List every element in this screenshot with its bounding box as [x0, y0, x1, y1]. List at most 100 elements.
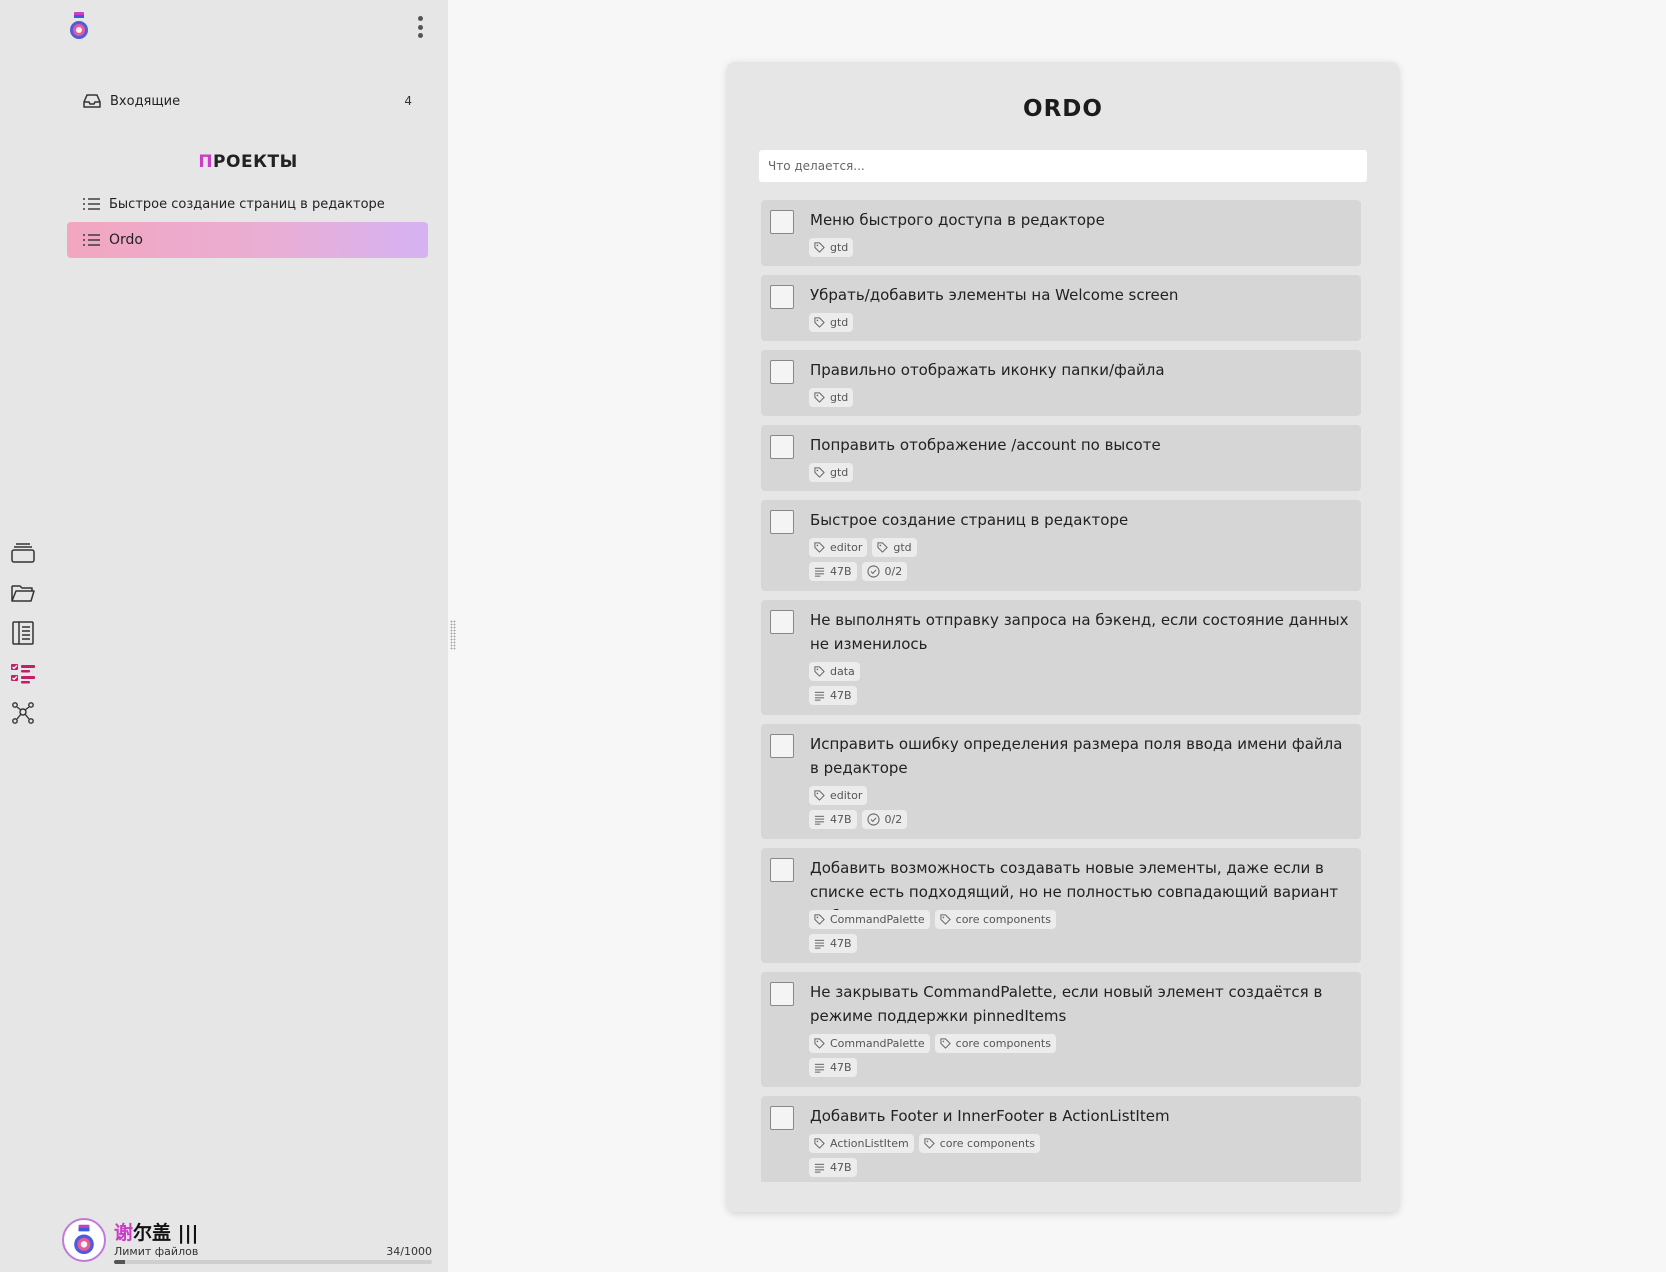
text-lines-icon — [814, 939, 825, 949]
task-tags: ActionListItem core components — [809, 1134, 1041, 1153]
user-panel[interactable]: 谢尔盖 ||| Лимит файлов 34/1000 — [62, 1218, 432, 1266]
tag-icon — [814, 242, 825, 253]
inbox-icon — [83, 94, 101, 108]
tag-chip[interactable]: gtd — [809, 388, 854, 407]
task-tags: CommandPalette core components — [809, 910, 1056, 929]
tag-icon — [814, 1038, 825, 1049]
task-meta: 47B — [809, 934, 857, 953]
task-item[interactable]: Добавить возможность создавать новые эле… — [761, 848, 1361, 963]
sidebar-item-project-active[interactable]: Ordo — [67, 222, 428, 258]
task-tags: gtd — [809, 313, 854, 332]
size-label: 47B — [830, 1161, 852, 1174]
app-logo-icon[interactable] — [68, 12, 90, 40]
tag-icon — [940, 914, 951, 925]
task-checkbox[interactable] — [770, 1106, 794, 1130]
task-meta: 47B 0/2 — [809, 562, 908, 581]
task-input[interactable] — [759, 150, 1367, 182]
tag-chip[interactable]: ActionListItem — [809, 1134, 914, 1153]
task-item[interactable]: Правильно отображать иконку папки/файла g… — [761, 350, 1361, 416]
task-item[interactable]: Исправить ошибку определения размера пол… — [761, 724, 1361, 839]
file-limit-bar — [114, 1260, 432, 1264]
subtask-progress-label: 0/2 — [884, 813, 903, 826]
text-lines-icon — [814, 1163, 825, 1173]
tag-label: gtd — [830, 316, 849, 329]
tag-label: gtd — [830, 241, 849, 254]
task-tags: gtd — [809, 388, 854, 407]
tag-label: CommandPalette — [830, 1037, 925, 1050]
task-meta: 47B 0/2 — [809, 810, 908, 829]
tag-chip[interactable]: gtd — [872, 538, 917, 557]
tag-label: core components — [955, 913, 1051, 926]
tag-label: gtd — [830, 391, 849, 404]
task-title: Не выполнять отправку запроса на бэкенд,… — [810, 611, 1349, 653]
task-title: Поправить отображение /account по высоте — [810, 436, 1161, 454]
task-item[interactable]: Добавить Footer и InnerFooter в ActionLi… — [761, 1096, 1361, 1182]
tag-chip[interactable]: data — [809, 662, 860, 681]
avatar[interactable] — [62, 1218, 106, 1262]
task-title: Правильно отображать иконку папки/файла — [810, 361, 1165, 379]
tag-icon — [814, 666, 825, 677]
task-checkbox[interactable] — [770, 858, 794, 882]
size-label: 47B — [830, 813, 852, 826]
tag-icon — [814, 790, 825, 801]
task-checkbox[interactable] — [770, 435, 794, 459]
task-item[interactable]: Поправить отображение /account по высоте… — [761, 425, 1361, 491]
tag-chip[interactable]: gtd — [809, 238, 854, 257]
notebook-icon[interactable] — [8, 618, 38, 648]
size-badge: 47B — [809, 1058, 857, 1077]
tag-chip[interactable]: editor — [809, 538, 868, 557]
task-checkbox[interactable] — [770, 510, 794, 534]
tag-chip[interactable]: editor — [809, 786, 868, 805]
task-checkbox[interactable] — [770, 610, 794, 634]
file-limit-count: 34/1000 — [386, 1245, 432, 1258]
tag-chip[interactable]: CommandPalette — [809, 910, 930, 929]
tag-chip[interactable]: core components — [934, 910, 1056, 929]
task-checkbox[interactable] — [770, 210, 794, 234]
task-tags: editor gtd — [809, 538, 917, 557]
subtask-progress-badge: 0/2 — [861, 810, 908, 829]
inbox-count: 4 — [404, 94, 412, 108]
sidebar-item-project[interactable]: Быстрое создание страниц в редакторе — [67, 186, 428, 222]
tag-label: core components — [939, 1137, 1036, 1150]
project-label: Ordo — [109, 232, 143, 248]
check-circle-icon — [866, 813, 880, 826]
sidebar-item-inbox[interactable]: Входящие 4 — [82, 90, 412, 112]
tag-icon — [814, 1138, 825, 1149]
task-tags: editor — [809, 786, 868, 805]
tag-chip[interactable]: core components — [934, 1034, 1056, 1053]
tag-label: gtd — [830, 466, 849, 479]
sidebar-resize-handle[interactable] — [450, 620, 456, 650]
text-lines-icon — [814, 691, 825, 701]
task-item[interactable]: Убрать/добавить элементы на Welcome scre… — [761, 275, 1361, 341]
tag-chip[interactable]: CommandPalette — [809, 1034, 930, 1053]
subtask-progress-badge: 0/2 — [861, 562, 908, 581]
tag-chip[interactable]: gtd — [809, 463, 854, 482]
user-name-rest: 尔盖 ||| — [133, 1222, 199, 1244]
task-item[interactable]: Быстрое создание страниц в редакторе edit… — [761, 500, 1361, 591]
task-title: Быстрое создание страниц в редакторе — [810, 511, 1129, 529]
task-item[interactable]: Меню быстрого доступа в редакторе gtd — [761, 200, 1361, 266]
tag-label: CommandPalette — [830, 913, 925, 926]
tag-label: editor — [830, 541, 863, 554]
tag-label: gtd — [893, 541, 912, 554]
more-menu-icon[interactable] — [410, 14, 430, 40]
list-icon — [83, 198, 100, 210]
projects-heading-first-letter: П — [198, 152, 214, 172]
project-card: ORDO Меню быстрого доступа в редакторе gt… — [727, 62, 1399, 1212]
tag-chip[interactable]: core components — [918, 1134, 1041, 1153]
project-label: Быстрое создание страниц в редакторе — [109, 196, 385, 212]
stack-icon[interactable] — [8, 538, 38, 568]
tag-chip[interactable]: gtd — [809, 313, 854, 332]
task-checkbox[interactable] — [770, 360, 794, 384]
task-item[interactable]: Не закрывать CommandPalette, если новый … — [761, 972, 1361, 1087]
text-lines-icon — [814, 567, 825, 577]
task-item[interactable]: Не выполнять отправку запроса на бэкенд,… — [761, 600, 1361, 715]
checklist-icon[interactable] — [8, 658, 38, 688]
size-badge: 47B — [809, 810, 857, 829]
task-checkbox[interactable] — [770, 734, 794, 758]
task-checkbox[interactable] — [770, 285, 794, 309]
task-checkbox[interactable] — [770, 982, 794, 1006]
graph-icon[interactable] — [8, 698, 38, 728]
folder-icon[interactable] — [8, 578, 38, 608]
task-meta: 47B — [809, 686, 857, 705]
